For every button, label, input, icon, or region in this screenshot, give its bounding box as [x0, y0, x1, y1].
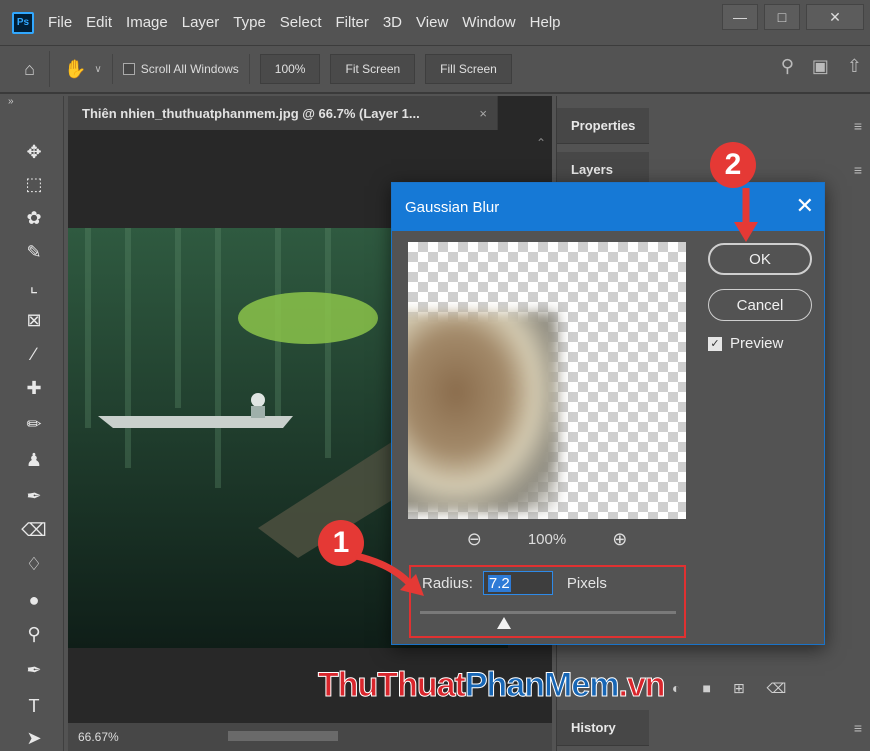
window-controls: — □ ✕ — [716, 4, 864, 30]
panel-menu-icon[interactable]: ≡ — [854, 118, 862, 134]
annotation-arrow-2 — [734, 188, 758, 242]
tab-history[interactable]: History — [557, 710, 649, 746]
watermark-part-2: PhanMem — [464, 666, 620, 705]
marquee-tool-icon[interactable]: ⬚ — [20, 170, 48, 198]
annotation-arrow-1 — [355, 552, 424, 596]
gaussian-blur-dialog: Gaussian Blur ✕ ⊖ 100% ⊕ OK Cancel ✓ Pre… — [391, 182, 825, 645]
zoom-100-button[interactable]: 100% — [259, 54, 321, 84]
fill-screen-button[interactable]: Fill Screen — [425, 54, 512, 84]
watermark-part-3: .vn — [618, 666, 666, 705]
zoom-in-icon[interactable]: ⊕ — [612, 529, 627, 550]
horizontal-scrollbar[interactable] — [228, 731, 338, 741]
preview-label: Preview — [730, 335, 784, 352]
share-icon[interactable]: ⇧ — [847, 56, 862, 77]
hand-tool-icon[interactable]: ✋ — [64, 59, 86, 80]
radius-row: Radius: 7.2 Pixels — [422, 571, 607, 595]
menu-help[interactable]: Help — [530, 14, 561, 31]
menu-bar: Ps File Edit Image Layer Type Select Fil… — [0, 0, 870, 46]
preview-zoom-level: 100% — [527, 531, 567, 548]
chevron-down-icon[interactable]: ∨ — [94, 64, 101, 75]
watermark-part-1: ThuThuat — [318, 666, 467, 705]
healing-brush-tool-icon[interactable]: ✚ — [20, 374, 48, 402]
pen-tool-icon[interactable]: ✒ — [20, 656, 48, 684]
preview-zoom-controls: ⊖ 100% ⊕ — [408, 529, 686, 550]
workspace-icon[interactable]: ▣ — [812, 56, 829, 77]
menu-3d[interactable]: 3D — [383, 14, 402, 31]
path-selection-tool-icon[interactable]: ➤ — [20, 724, 48, 751]
fit-screen-button[interactable]: Fit Screen — [330, 54, 416, 84]
scroll-all-label: Scroll All Windows — [140, 62, 239, 76]
status-bar: 66.67% — [68, 723, 552, 751]
blurred-preview-content — [408, 312, 558, 512]
radius-value: 7.2 — [487, 574, 511, 592]
filter-preview[interactable] — [408, 242, 686, 519]
panel-menu-icon[interactable]: ≡ — [854, 162, 862, 178]
move-tool-icon[interactable]: ✥ — [20, 138, 48, 166]
lasso-tool-icon[interactable]: ✿ — [20, 204, 48, 232]
radius-slider-thumb[interactable] — [497, 617, 512, 629]
brush-tool-icon[interactable]: ✏ — [20, 410, 48, 438]
menu-view[interactable]: View — [416, 14, 448, 31]
menu-type[interactable]: Type — [233, 14, 266, 31]
menu-layer[interactable]: Layer — [182, 14, 220, 31]
paint-bucket-tool-icon[interactable]: ♢ — [20, 550, 48, 578]
tools-panel: » ✥ ⬚ ✿ ✎ ⌞ ⊠ ∕ ✚ ✏ ♟ ✒ ⌫ ♢ ● ⚲ ✒ T ➤ — [0, 96, 64, 751]
divider — [248, 54, 250, 84]
close-tab-icon[interactable]: × — [479, 106, 487, 121]
options-bar: ⌂ ✋ ∨ Scroll All Windows 100% Fit Screen… — [0, 46, 870, 94]
adjustment-layer-icon[interactable]: ◐ — [672, 680, 680, 697]
zoom-status: 66.67% — [78, 730, 119, 744]
folder-icon[interactable]: ■ — [702, 680, 710, 697]
panel-collapse-icon[interactable]: » — [0, 96, 63, 116]
menu-window[interactable]: Window — [462, 14, 515, 31]
type-tool-icon[interactable]: T — [20, 692, 48, 720]
photoshop-logo: Ps — [12, 11, 34, 34]
fisherman — [251, 393, 265, 407]
blur-tool-icon[interactable]: ● — [20, 586, 48, 614]
quick-select-tool-icon[interactable]: ✎ — [20, 238, 48, 266]
close-window-button[interactable]: ✕ — [806, 4, 864, 30]
menu-image[interactable]: Image — [126, 14, 168, 31]
new-layer-icon[interactable]: ⊞ — [733, 680, 745, 697]
radius-slider[interactable] — [420, 611, 676, 614]
history-brush-tool-icon[interactable]: ✒ — [20, 482, 48, 510]
trash-icon[interactable]: ⌫ — [767, 680, 787, 697]
zoom-out-icon[interactable]: ⊖ — [467, 529, 482, 550]
panel-menu-icon[interactable]: ≡ — [854, 720, 862, 736]
dodge-tool-icon[interactable]: ⚲ — [20, 620, 48, 648]
options-right-group: ⚲ ▣ ⇧ — [781, 56, 862, 77]
close-icon[interactable]: ✕ — [796, 193, 814, 219]
radius-unit: Pixels — [566, 574, 607, 592]
tab-properties[interactable]: Properties — [557, 108, 649, 144]
menu-filter[interactable]: Filter — [336, 14, 369, 31]
maximize-button[interactable]: □ — [764, 4, 800, 30]
frame-tool-icon[interactable]: ⊠ — [20, 306, 48, 334]
scroll-all-checkbox[interactable] — [122, 63, 135, 75]
document-title: Thiên nhien_thuthuatphanmem.jpg @ 66.7% … — [82, 105, 420, 121]
ok-button[interactable]: OK — [708, 243, 812, 275]
layers-footer-icons: ◐ ■ ⊞ ⌫ — [672, 680, 786, 697]
cancel-button[interactable]: Cancel — [708, 289, 812, 321]
minimize-button[interactable]: — — [722, 4, 758, 30]
home-icon[interactable]: ⌂ — [10, 51, 50, 87]
dialog-title: Gaussian Blur — [405, 198, 500, 216]
divider — [111, 54, 113, 84]
eraser-tool-icon[interactable]: ⌫ — [20, 516, 48, 544]
radius-input[interactable]: 7.2 — [482, 571, 553, 595]
preview-checkbox[interactable]: ✓ — [708, 336, 722, 351]
search-icon[interactable]: ⚲ — [781, 56, 794, 77]
annotation-marker-2: 2 — [710, 142, 756, 188]
watermark: ThuThuatPhanMem.vn — [318, 666, 667, 705]
eyedropper-tool-icon[interactable]: ∕ — [20, 340, 48, 368]
menu-edit[interactable]: Edit — [86, 14, 112, 31]
crop-tool-icon[interactable]: ⌞ — [20, 272, 48, 300]
menu-select[interactable]: Select — [280, 14, 322, 31]
scroll-up-icon[interactable]: ⌃ — [536, 136, 546, 150]
stamp-tool-icon[interactable]: ♟ — [20, 446, 48, 474]
document-tab[interactable]: Thiên nhien_thuthuatphanmem.jpg @ 66.7% … — [68, 96, 498, 130]
tree-foliage — [238, 292, 378, 344]
menu-file[interactable]: File — [48, 14, 72, 31]
preview-toggle[interactable]: ✓ Preview — [708, 335, 783, 352]
